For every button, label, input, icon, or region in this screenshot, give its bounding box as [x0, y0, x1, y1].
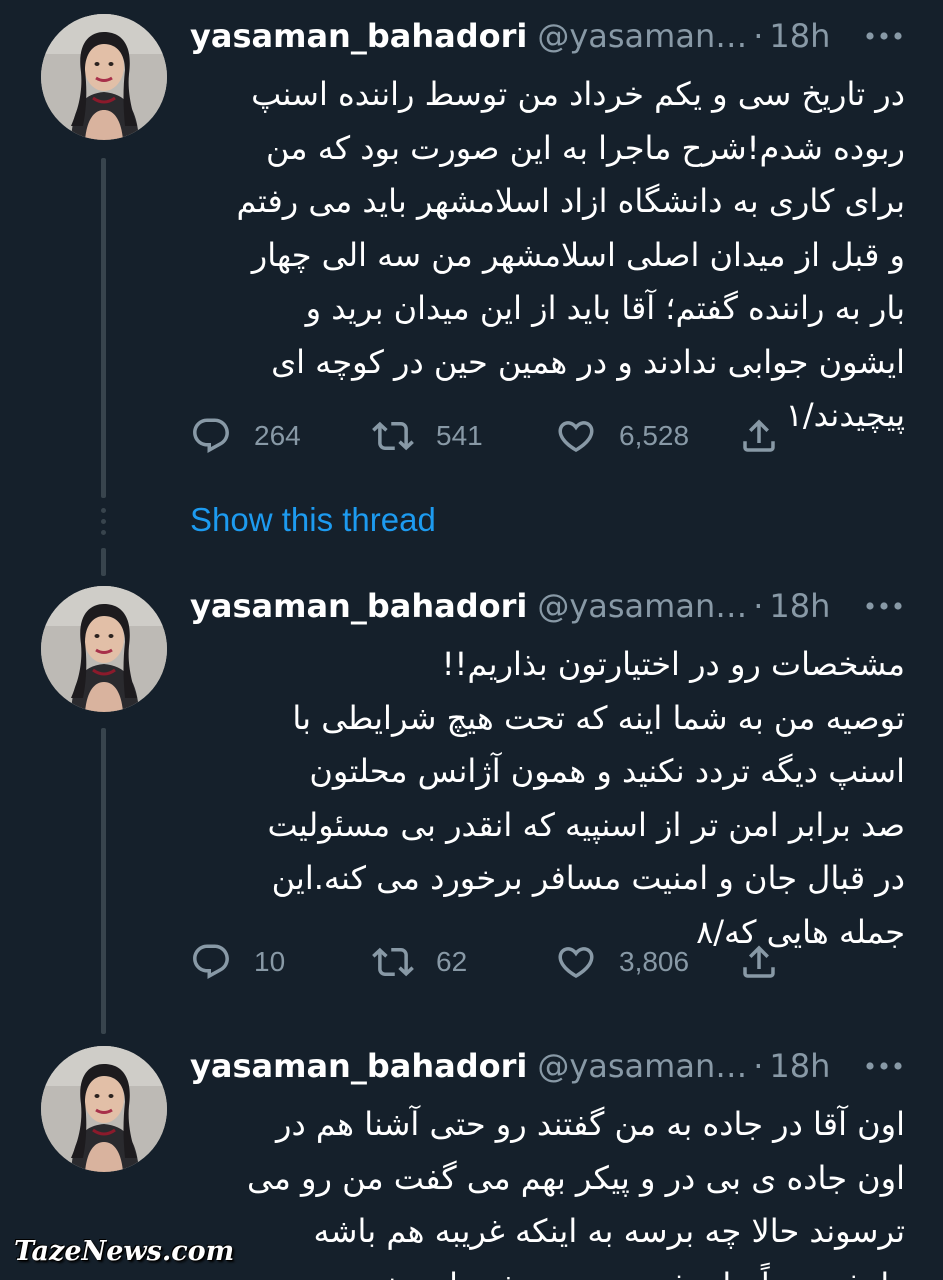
more-horizontal-icon — [864, 31, 904, 41]
tweet-text: اون آقا در جاده به من گفتند رو حتی آشنا … — [190, 1098, 905, 1280]
thread-connector-top — [101, 548, 106, 576]
avatar[interactable] — [41, 14, 167, 140]
author-name[interactable]: yasaman_bahadori — [190, 17, 527, 55]
tweet-feed: yasaman_bahadori @yasaman… · 18h در تاری… — [0, 0, 943, 1280]
tweet-text-line: در قبال جان و امنیت مسافر برخورد می کنه.… — [271, 859, 905, 897]
more-horizontal-icon — [864, 601, 904, 611]
more-horizontal-icon — [864, 1061, 904, 1071]
separator: · — [753, 17, 764, 55]
author-handle[interactable]: @yasaman… — [537, 1047, 747, 1085]
tweet-text: مشخصات رو در اختیارتون بذاریم!! توصیه من… — [190, 638, 905, 959]
retweet-icon — [372, 941, 414, 983]
tweet[interactable]: yasaman_bahadori @yasaman… · 18h در تاری… — [0, 10, 943, 480]
tweet-header: yasaman_bahadori @yasaman… · 18h — [190, 1040, 910, 1092]
reply-icon — [190, 941, 232, 983]
tweet-actions: 10 62 3,806 — [190, 937, 790, 987]
tweet-text-line: و قبل از میدان اصلی اسلامشهر من سه الی چ… — [251, 235, 905, 274]
retweet-button[interactable]: 62 — [372, 937, 467, 987]
author-handle[interactable]: @yasaman… — [537, 17, 747, 55]
reply-count: 10 — [254, 946, 286, 977]
show-thread-link[interactable]: Show this thread — [190, 501, 436, 539]
share-button[interactable] — [738, 937, 780, 987]
tweet-text-line: مشخصات رو در اختیارتون بذاریم!! — [441, 645, 905, 683]
tweet-text-line: ترسوند حالا چه برسه به اینکه غریبه هم با… — [313, 1212, 905, 1250]
retweet-count: 62 — [436, 946, 468, 977]
timestamp[interactable]: 18h — [769, 1047, 830, 1085]
separator: · — [753, 587, 764, 625]
like-button[interactable]: 3,806 — [555, 937, 689, 987]
tweet-text-line: بار به راننده گفتم؛ آقا باید از این میدا… — [305, 289, 905, 327]
tweet-header: yasaman_bahadori @yasaman… · 18h — [190, 580, 910, 632]
reply-count: 264 — [254, 420, 301, 451]
author-handle[interactable]: @yasaman… — [537, 587, 747, 625]
tweet-text-line: اسنپ دیگه تردد نکنید و همون آژانس محلتون — [309, 752, 905, 790]
author-name[interactable]: yasaman_bahadori — [190, 587, 527, 625]
tweet-text-line: صد برابر امن تر از اسنپیه که انقدر بی مس… — [267, 805, 905, 844]
like-count: 6,528 — [619, 420, 690, 451]
separator: · — [753, 1047, 764, 1085]
tweet-text-line: ربوده شدم!شرح ماجرا به این صورت بود که م… — [266, 128, 905, 167]
timestamp[interactable]: 18h — [769, 587, 830, 625]
tweet-text-line: توصیه من به شما اینه که تحت هیچ شرایطی ب… — [292, 698, 905, 737]
share-button[interactable] — [738, 411, 780, 461]
reply-button[interactable]: 10 — [190, 937, 285, 987]
tweet-text-line: طرف.حتماً نباید فرد دزدیده بشه تا به خود… — [190, 1259, 905, 1280]
retweet-count: 541 — [436, 420, 483, 451]
reply-button[interactable]: 264 — [190, 411, 301, 461]
share-icon — [738, 415, 780, 457]
tweet-text-line: اون آقا در جاده به من گفتند رو حتی آشنا … — [275, 1105, 905, 1143]
heart-icon — [555, 415, 597, 457]
tweet[interactable]: yasaman_bahadori @yasaman… · 18h مشخصات … — [0, 580, 943, 1010]
retweet-icon — [372, 415, 414, 457]
avatar[interactable] — [41, 1046, 167, 1172]
like-count: 3,806 — [619, 946, 690, 977]
share-icon — [738, 941, 780, 983]
tweet-text-line: برای کاری به دانشگاه ازاد اسلامشهر باید … — [236, 182, 905, 220]
watermark: TazeNews.com — [14, 1236, 235, 1267]
author-name[interactable]: yasaman_bahadori — [190, 1047, 527, 1085]
reply-icon — [190, 415, 232, 457]
tweet-text: در تاریخ سی و یکم خرداد من توسط راننده ا… — [190, 68, 905, 443]
tweet-text-line: در تاریخ سی و یکم خرداد من توسط راننده ا… — [251, 75, 905, 113]
tweet-header: yasaman_bahadori @yasaman… · 18h — [190, 10, 910, 62]
tweet-actions: 264 541 6,528 — [190, 411, 790, 461]
thread-gap-dots — [101, 508, 106, 542]
like-button[interactable]: 6,528 — [555, 411, 689, 461]
more-options-button[interactable] — [856, 1040, 912, 1092]
tweet-text-line: اون جاده ی بی در و پیکر بهم می گفت من رو… — [247, 1158, 905, 1197]
avatar[interactable] — [41, 586, 167, 712]
retweet-button[interactable]: 541 — [372, 411, 483, 461]
heart-icon — [555, 941, 597, 983]
more-options-button[interactable] — [856, 580, 912, 632]
more-options-button[interactable] — [856, 10, 912, 62]
tweet-text-line: ایشون جوابی ندادند و در همین حین در کوچه… — [271, 342, 905, 381]
timestamp[interactable]: 18h — [769, 17, 830, 55]
